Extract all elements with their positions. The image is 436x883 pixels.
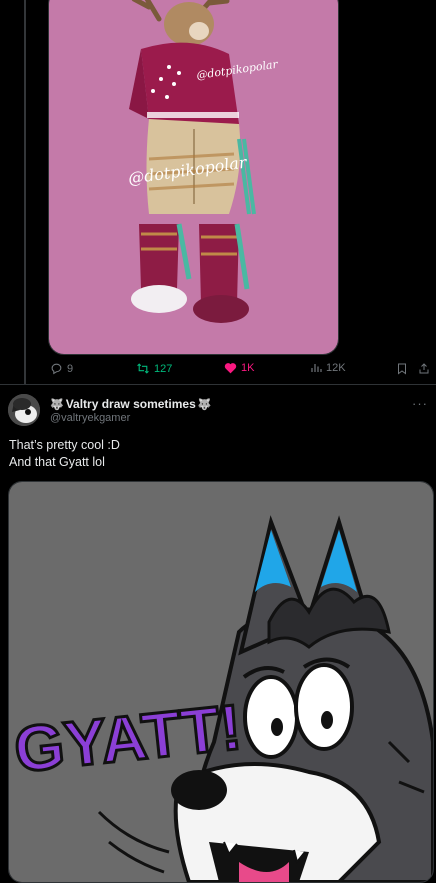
post-divider (0, 384, 436, 385)
repost-button[interactable]: 127 (136, 362, 172, 375)
repost-count: 127 (154, 362, 173, 375)
share-icon (419, 363, 429, 374)
like-icon (224, 363, 237, 374)
wolf-artwork: GYATT! (9, 482, 433, 882)
like-button[interactable]: 1K (224, 362, 254, 374)
post-action-bar: 9 127 1K 12K (48, 362, 433, 380)
share-button[interactable] (418, 362, 430, 375)
views-count: 12K (326, 362, 346, 374)
more-options-button[interactable]: ··· (412, 396, 428, 411)
user-handle[interactable]: @valtryekgamer (50, 412, 130, 424)
thread-line (24, 0, 26, 384)
wolf-emoji-icon: 🐺 (50, 398, 64, 411)
reply-text-line: And that Gyatt lol (9, 455, 105, 469)
bookmark-icon (398, 363, 406, 375)
reply-count: 9 (67, 362, 74, 375)
reindeer-artwork: @dotpikopolar @dotpikopolar (49, 0, 338, 354)
reply-image[interactable]: GYATT! (8, 481, 434, 883)
reply-icon (51, 363, 62, 375)
reply-button[interactable]: 9 (50, 362, 73, 375)
like-count: 1K (241, 362, 255, 374)
display-name[interactable]: 🐺 Valtry draw sometimes 🐺 (50, 397, 211, 411)
wolf-emoji-icon: 🐺 (197, 398, 212, 411)
repost-icon (137, 363, 149, 374)
reply-text-line: That’s pretty cool :D (9, 438, 120, 452)
views-icon (311, 364, 322, 372)
bookmark-button[interactable] (396, 362, 408, 375)
display-name-text: Valtry draw sometimes (65, 397, 196, 411)
reply-text: That’s pretty cool :D And that Gyatt lol (9, 437, 120, 471)
avatar[interactable] (8, 394, 40, 426)
avatar-image (8, 394, 40, 426)
views-button[interactable]: 12K (310, 362, 346, 374)
post-image[interactable]: @dotpikopolar @dotpikopolar (48, 0, 339, 355)
